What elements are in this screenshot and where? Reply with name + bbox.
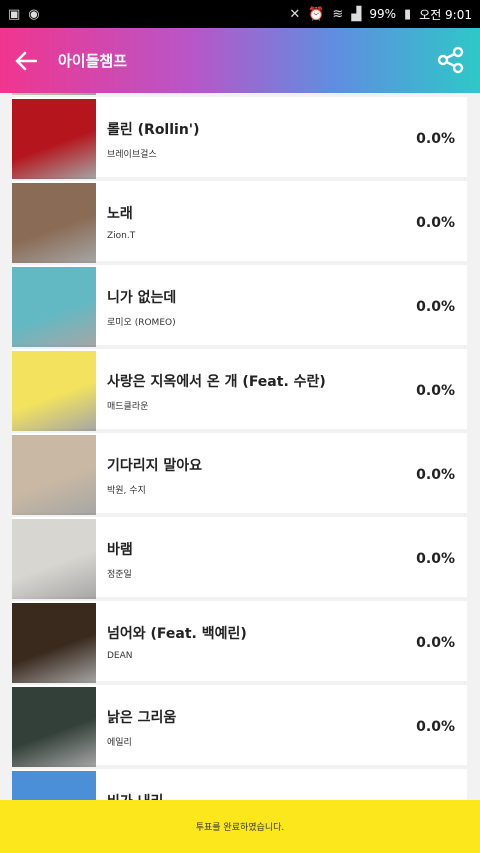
- vote-percent: 0.0%: [416, 383, 455, 399]
- album-cover: [12, 183, 96, 263]
- song-row[interactable]: 롤린 (Rollin') 브레이브걸스 0.0%: [12, 97, 467, 181]
- vote-complete-banner: 투표를 완료하였습니다.: [0, 800, 480, 853]
- vote-percent: 0.0%: [416, 635, 455, 651]
- app-icon: ▣: [8, 6, 21, 22]
- song-artist: 정준일: [107, 570, 132, 580]
- album-cover: [12, 435, 96, 515]
- vote-percent: 0.0%: [416, 551, 455, 567]
- song-title: 넘어와 (Feat. 백예린): [107, 626, 247, 642]
- status-left: ▣ ◉: [8, 7, 40, 22]
- song-title: 사랑은 지옥에서 온 개 (Feat. 수란): [107, 374, 326, 390]
- song-artist: 로미오 (ROMEO): [107, 318, 176, 328]
- song-artist: DEAN: [107, 651, 133, 661]
- album-cover: [12, 603, 96, 683]
- song-artist: Zion.T: [107, 231, 136, 241]
- album-cover: [12, 267, 96, 347]
- back-arrow-icon[interactable]: [0, 28, 52, 93]
- song-title: 롤린 (Rollin'): [107, 122, 200, 138]
- song-row[interactable]: 넘어와 (Feat. 백예린) DEAN 0.0%: [12, 601, 467, 685]
- battery-percent: 99%: [369, 7, 396, 21]
- song-list-content: 롤린 (Rollin') 브레이브걸스 0.0% 노래 Zion.T 0.0% 니가 없는데…: [0, 93, 480, 800]
- song-row[interactable]: 니가 없는데로미오 (ROMEO) 0.0%: [12, 265, 467, 349]
- song-row[interactable]: 노래 Zion.T 0.0%: [12, 181, 467, 265]
- album-cover: [12, 687, 96, 767]
- vote-percent: 0.0%: [416, 719, 455, 735]
- song-title: 니가 없는데: [107, 290, 177, 306]
- page-title: 아이돌챔프: [58, 52, 128, 70]
- song-row[interactable]: 기다리지 말아요박원, 수지 0.0%: [12, 433, 467, 517]
- status-time: 오전 9:01: [419, 7, 472, 22]
- mute-icon: ✕: [289, 6, 301, 22]
- vote-percent: 0.0%: [416, 131, 455, 147]
- status-right: ✕ ⏰ ≋ ▟ 99% ▮ 오전 9:01: [289, 6, 472, 23]
- wifi-icon: ≋: [332, 6, 344, 22]
- vote-percent: 0.0%: [416, 467, 455, 483]
- alarm-icon: ⏰: [308, 6, 325, 22]
- banner-text: 투표를 완료하였습니다.: [195, 823, 285, 833]
- song-row[interactable]: 바램정준일 0.0%: [12, 517, 467, 601]
- camera-icon: ◉: [28, 6, 40, 22]
- share-icon[interactable]: [436, 45, 466, 75]
- song-artist: 에일리: [107, 738, 132, 748]
- battery-icon: ▮: [404, 6, 412, 22]
- album-cover: [12, 93, 96, 95]
- song-row[interactable]: 비가 내리: [12, 769, 467, 800]
- album-cover: [12, 519, 96, 599]
- album-cover: [12, 351, 96, 431]
- app-bar: 아이돌챔프: [0, 28, 480, 93]
- signal-icon: ▟: [351, 6, 362, 22]
- album-cover: [12, 99, 96, 179]
- song-list[interactable]: 롤린 (Rollin') 브레이브걸스 0.0% 노래 Zion.T 0.0% 니가 없는데…: [0, 93, 480, 800]
- status-bar: ▣ ◉ ✕ ⏰ ≋ ▟ 99% ▮ 오전 9:01: [0, 0, 480, 28]
- vote-percent: 0.0%: [416, 299, 455, 315]
- song-title: 낡은 그리움: [107, 710, 177, 726]
- album-cover: [12, 771, 96, 800]
- song-title: 바램: [107, 542, 133, 558]
- song-row[interactable]: 사랑은 지옥에서 온 개 (Feat. 수란) 매드클라운 0.0%: [12, 349, 467, 433]
- song-title: 기다리지 말아요: [107, 458, 203, 474]
- vote-percent: 0.0%: [416, 215, 455, 231]
- song-title: 노래: [107, 206, 133, 222]
- song-row[interactable]: 낡은 그리움에일리 0.0%: [12, 685, 467, 769]
- song-artist: 매드클라운: [107, 402, 149, 412]
- song-artist: 박원, 수지: [107, 486, 146, 496]
- song-artist: 브레이브걸스: [107, 150, 157, 160]
- song-title: 비가 내리: [107, 791, 163, 800]
